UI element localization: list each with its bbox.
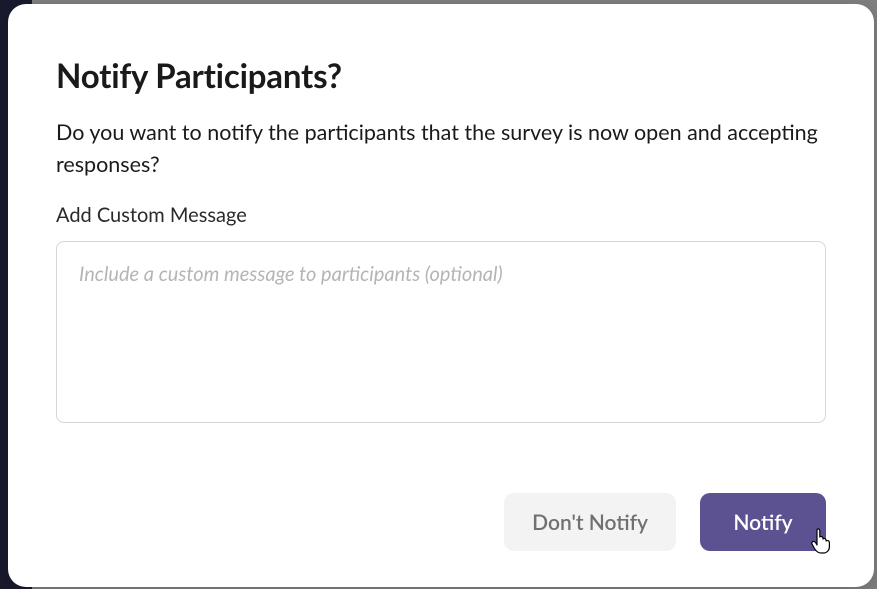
modal-button-row: Don't Notify Notify bbox=[56, 463, 826, 551]
modal-description: Do you want to notify the participants t… bbox=[56, 116, 826, 181]
dont-notify-button[interactable]: Don't Notify bbox=[504, 493, 676, 551]
modal-title: Notify Participants? bbox=[56, 56, 826, 96]
notify-participants-modal: Notify Participants? Do you want to noti… bbox=[8, 4, 874, 587]
custom-message-textarea[interactable] bbox=[56, 241, 826, 423]
custom-message-label: Add Custom Message bbox=[56, 203, 826, 227]
notify-button[interactable]: Notify bbox=[700, 493, 826, 551]
